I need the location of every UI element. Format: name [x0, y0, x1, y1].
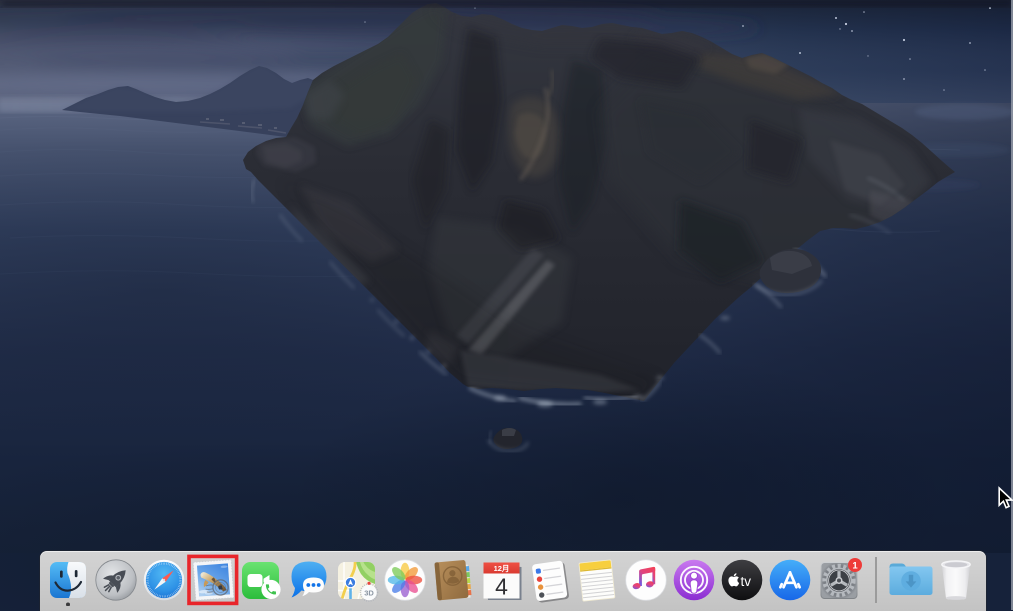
- svg-text:1: 1: [852, 560, 858, 571]
- svg-text:4: 4: [495, 574, 508, 600]
- svg-text:tv: tv: [741, 574, 752, 589]
- svg-text:3D: 3D: [364, 588, 374, 597]
- svg-text:12月: 12月: [494, 564, 510, 573]
